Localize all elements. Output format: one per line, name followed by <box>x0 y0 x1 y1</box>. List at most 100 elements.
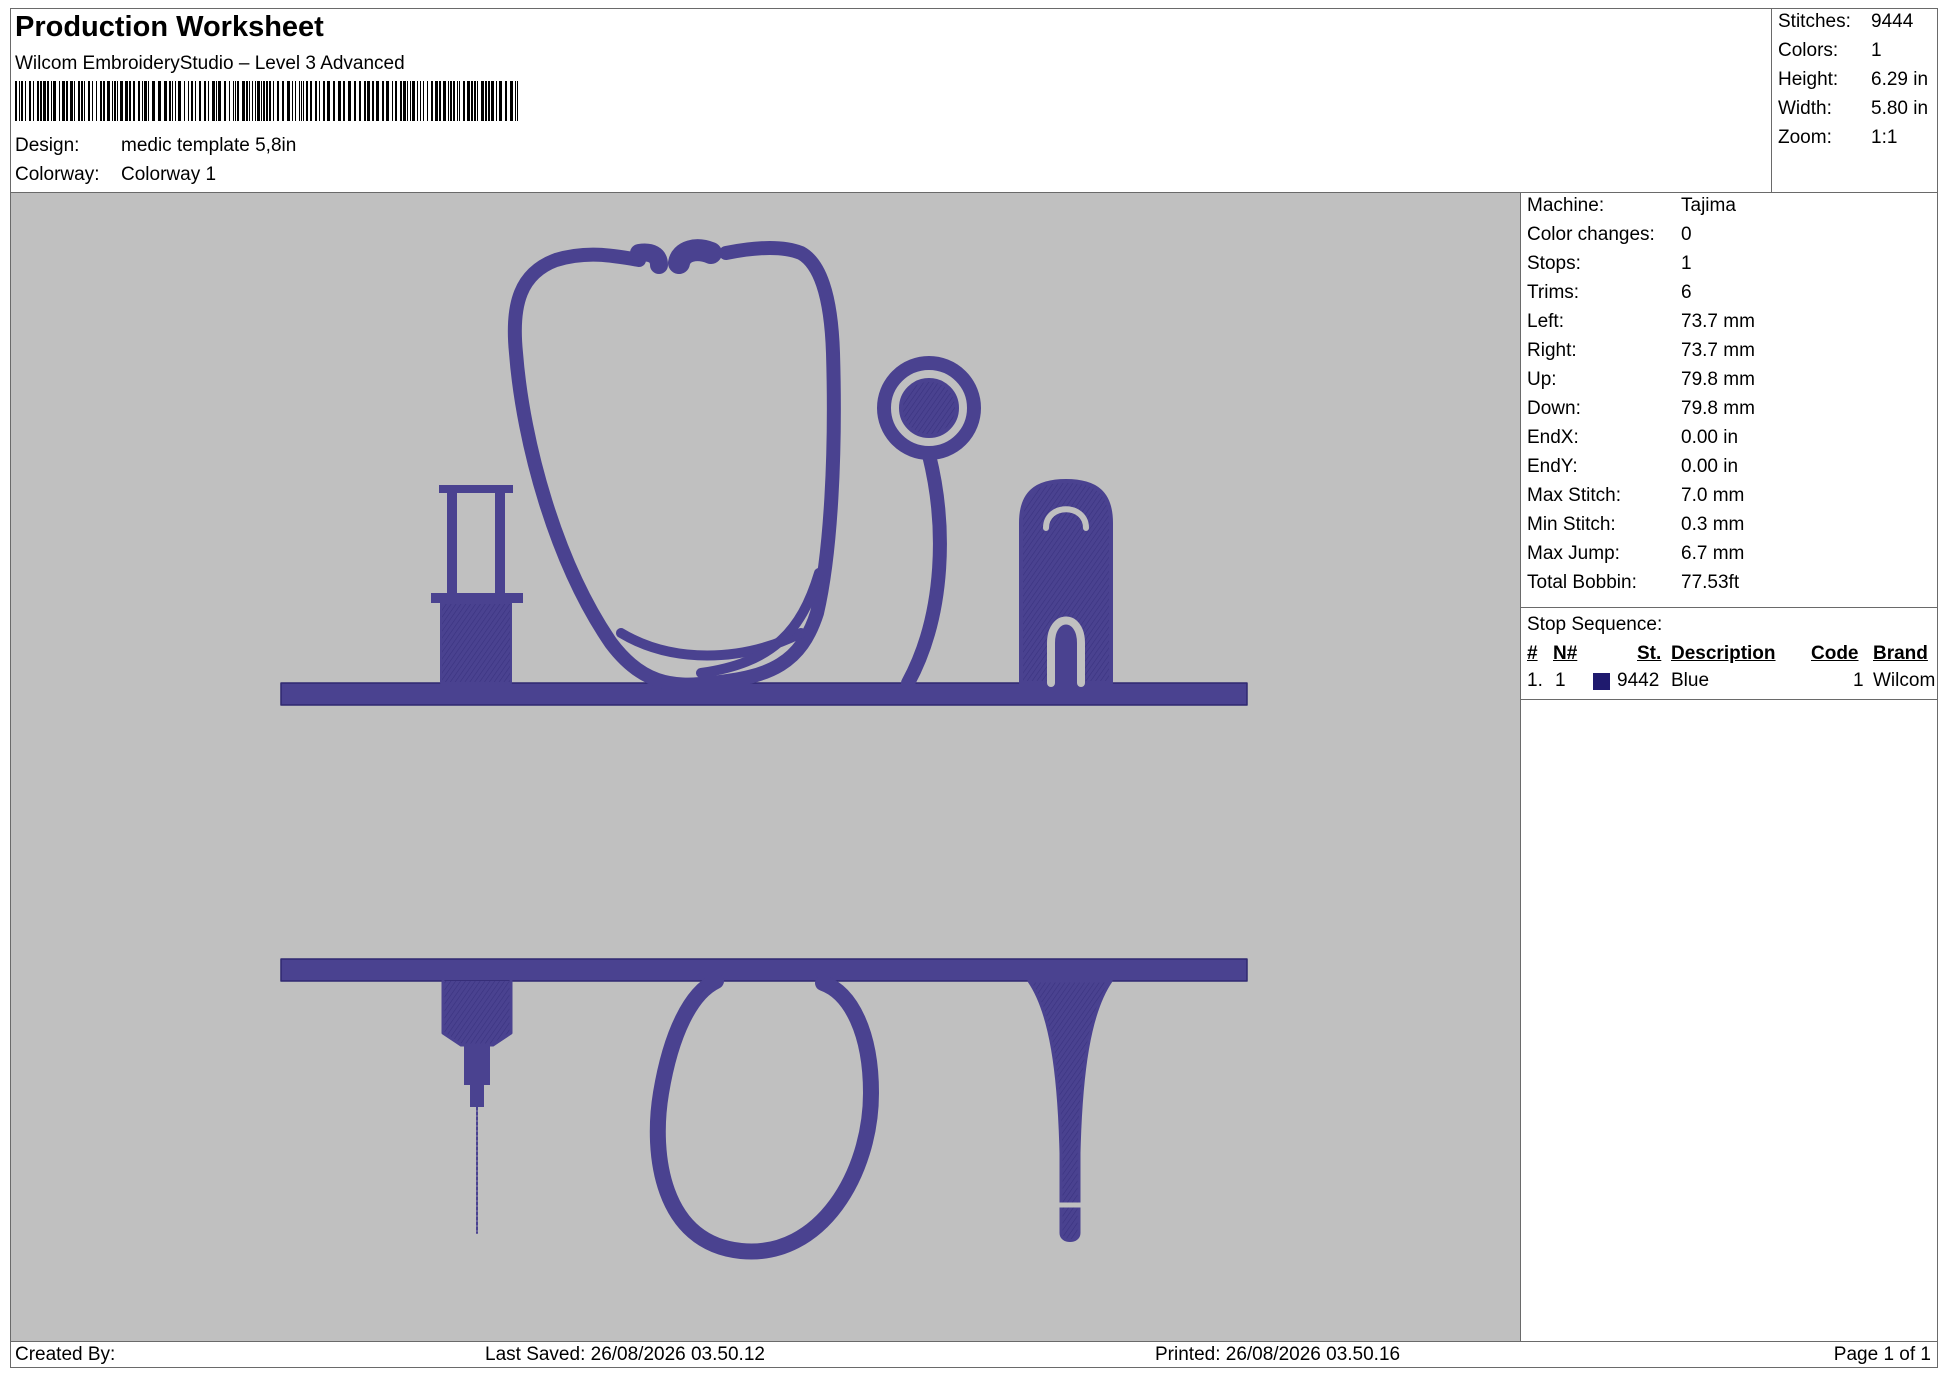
info-row: Down: 79.8 mm <box>1527 398 1755 419</box>
barcode-bar <box>333 81 335 121</box>
barcode-bar <box>21 81 23 121</box>
barcode-bar <box>70 81 73 121</box>
last-saved: Last Saved: 26/08/2026 03.50.12 <box>485 1344 765 1365</box>
design-label: Design: <box>15 135 80 156</box>
thread-color-swatch <box>1593 673 1610 690</box>
barcode-bar <box>431 81 433 121</box>
barcode-bar <box>249 81 250 121</box>
barcode-bar <box>204 81 206 121</box>
barcode-bar <box>144 81 147 121</box>
machine-info-panel: Machine: Tajima Color changes: 0 Stops: 1 T… <box>1521 193 1937 1341</box>
barcode-bar <box>273 81 274 121</box>
barcode-bar <box>172 81 173 121</box>
stop-num: 1. <box>1527 670 1543 691</box>
barcode-bar <box>299 81 300 121</box>
barcode-bar <box>29 81 31 121</box>
info-row: Min Stitch: 0.3 mm <box>1527 514 1745 535</box>
barcode-bar <box>129 81 131 121</box>
barcode-bar <box>292 81 293 121</box>
info-row: Max Jump: 6.7 mm <box>1527 543 1745 564</box>
width-row: Width: 5.80 in <box>1778 98 1929 119</box>
syringe-barrel-bottom <box>441 979 513 1047</box>
height-row: Height: 6.29 in <box>1778 69 1929 90</box>
barcode-bar <box>47 81 49 121</box>
barcode-bar <box>477 81 478 121</box>
barcode-bar <box>481 81 484 121</box>
chestpiece-tube <box>901 448 947 690</box>
design-row: Design: medic template 5,8in <box>15 135 296 157</box>
barcode-bar <box>84 81 85 121</box>
barcode-bar <box>359 81 361 121</box>
stop-code: 1 <box>1853 670 1864 691</box>
production-worksheet: Production Worksheet Wilcom EmbroiderySt… <box>10 8 1938 1368</box>
barcode-bar <box>120 81 123 121</box>
info-row: Right: 73.7 mm <box>1527 340 1755 361</box>
barcode-bar <box>43 81 46 121</box>
barcode-bar <box>488 81 490 121</box>
barcode-bar <box>439 81 441 121</box>
barcode-bar <box>117 81 118 121</box>
summary-panel: Stitches: 9444 Colors: 1 Height: 6.29 in Wi… <box>1772 9 1937 193</box>
barcode-bar <box>491 81 494 121</box>
barcode-bar <box>303 81 304 121</box>
barcode-bar <box>33 81 34 121</box>
stethoscope-tube <box>507 241 841 692</box>
barcode-bar <box>218 81 221 121</box>
barcode-bar <box>114 81 116 121</box>
barcode-bar <box>448 81 449 121</box>
barcode-bar <box>517 81 518 121</box>
stop-description: Blue <box>1671 670 1710 691</box>
barcode-bar <box>53 81 56 121</box>
stop-needle: 1 <box>1555 670 1566 691</box>
barcode-bar <box>427 81 428 121</box>
barcode-bar <box>372 81 374 121</box>
earpiece-right <box>668 239 722 274</box>
worksheet-footer: Created By: Last Saved: 26/08/2026 03.50… <box>11 1341 1937 1367</box>
col-code: Code <box>1811 643 1859 664</box>
barcode-bar <box>158 81 161 121</box>
divider <box>1521 607 1937 608</box>
info-row: Trims: 6 <box>1527 282 1692 303</box>
barcode-bar <box>382 81 384 121</box>
colorway-label: Colorway: <box>15 164 100 185</box>
bottom-divider-bar <box>280 958 1248 982</box>
barcode-bar <box>138 81 140 121</box>
barcode-bar <box>343 81 345 121</box>
barcode-bar <box>420 81 421 121</box>
barcode-bar <box>169 81 171 121</box>
barcode-bar <box>417 81 418 121</box>
barcode-bar <box>88 81 90 121</box>
barcode-bar <box>229 81 230 121</box>
barcode-bar <box>310 81 312 121</box>
barcode-bar <box>395 81 397 121</box>
barcode-bar <box>212 81 215 121</box>
barcode-bar <box>386 81 389 121</box>
barcode-bar <box>505 81 507 121</box>
barcode-bar <box>235 81 236 121</box>
barcode-bar <box>263 81 265 121</box>
barcode-bar <box>282 81 284 121</box>
barcode-bar <box>450 81 452 121</box>
barcode-bar <box>148 81 149 121</box>
barcode-bar <box>246 81 248 121</box>
barcode-bar <box>515 81 516 121</box>
barcode-bar <box>242 81 245 121</box>
barcode-bar <box>266 81 268 121</box>
info-row: Stops: 1 <box>1527 253 1692 274</box>
barcode-bar <box>78 81 80 121</box>
barcode-bar <box>261 81 262 121</box>
info-row: Total Bobbin: 77.53ft <box>1527 572 1740 593</box>
col-stitches: St. <box>1637 643 1662 664</box>
barcode-bar <box>306 81 308 121</box>
barcode-bar <box>315 81 317 121</box>
col-description: Description <box>1671 643 1776 664</box>
barcode-bar <box>188 81 189 121</box>
stitches-row: Stitches: 9444 <box>1778 11 1914 32</box>
barcode-bar <box>323 81 325 121</box>
info-row: Left: 73.7 mm <box>1527 311 1755 332</box>
barcode-bar <box>435 81 438 121</box>
barcode-bar <box>364 81 366 121</box>
barcode-bar <box>463 81 465 121</box>
barcode-bar <box>96 81 97 121</box>
colors-row: Colors: 1 <box>1778 40 1882 61</box>
